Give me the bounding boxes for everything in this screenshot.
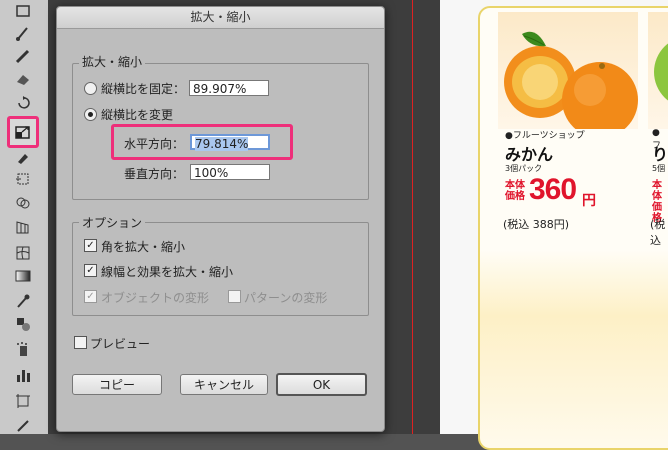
eraser-icon[interactable] bbox=[10, 68, 36, 90]
scale-strokes-label: 線幅と効果を拡大・縮小 bbox=[101, 265, 234, 279]
uniform-radio[interactable] bbox=[84, 82, 97, 95]
transform-objects-checkbox: ✓ bbox=[84, 290, 97, 303]
price-label-2-line1: 本体 bbox=[652, 180, 662, 202]
rectangle-icon[interactable] bbox=[10, 0, 36, 22]
rotate-icon[interactable] bbox=[10, 92, 36, 114]
cancel-button[interactable]: キャンセル bbox=[180, 374, 268, 395]
blend-icon[interactable] bbox=[10, 313, 36, 335]
product-photo-2 bbox=[648, 12, 668, 129]
gradient-icon[interactable] bbox=[10, 265, 36, 287]
scale-strokes-checkbox[interactable]: ✓ bbox=[84, 264, 97, 277]
tools-panel bbox=[0, 0, 48, 434]
ok-button[interactable]: OK bbox=[276, 373, 367, 396]
options-group-legend: オプション bbox=[79, 214, 146, 231]
shop-label: ●フルーツショップ bbox=[505, 131, 585, 141]
scale-corners-checkbox[interactable]: ✓ bbox=[84, 239, 97, 252]
paintbrush-icon[interactable] bbox=[10, 22, 36, 44]
product-name: みかん bbox=[505, 145, 554, 164]
price-label-line1: 本体 bbox=[505, 180, 525, 191]
artboard-icon[interactable] bbox=[10, 390, 36, 412]
preview-label: プレビュー bbox=[90, 337, 151, 351]
nonuniform-label: 縦横比を変更 bbox=[101, 108, 174, 122]
price-label-line2: 価格 bbox=[505, 191, 525, 202]
perspective-grid-icon[interactable] bbox=[10, 216, 36, 238]
transform-objects-label: オブジェクトの変形 bbox=[101, 291, 210, 305]
copy-button[interactable]: コピー bbox=[72, 374, 162, 395]
horizontal-value: 79.814% bbox=[195, 137, 249, 151]
yen-label: 円 bbox=[582, 193, 596, 209]
nonuniform-radio[interactable] bbox=[84, 108, 97, 121]
horizontal-label: 水平方向： bbox=[124, 137, 185, 151]
slice-icon[interactable] bbox=[10, 414, 36, 436]
scale-icon[interactable] bbox=[7, 116, 39, 148]
transform-patterns-checkbox bbox=[228, 290, 241, 303]
product-photo bbox=[498, 12, 638, 138]
uniform-label: 縦横比を固定： bbox=[101, 82, 186, 96]
uniform-input[interactable]: 89.907% bbox=[189, 80, 269, 96]
pack-size-2: 5個 bbox=[652, 164, 666, 173]
pencil-icon[interactable] bbox=[10, 45, 36, 67]
price-label: 本体 価格 bbox=[505, 180, 525, 202]
scale-group-legend: 拡大・縮小 bbox=[79, 53, 146, 70]
free-transform-icon[interactable] bbox=[10, 168, 36, 190]
symbol-sprayer-icon[interactable] bbox=[10, 338, 36, 360]
preview-checkbox[interactable] bbox=[74, 336, 87, 349]
price-value: 360 bbox=[529, 173, 577, 206]
vertical-input[interactable]: 100% bbox=[190, 164, 270, 180]
artboard-edge bbox=[412, 0, 413, 434]
product-name-2: り bbox=[652, 145, 668, 164]
horizontal-input[interactable]: 79.814% bbox=[190, 134, 270, 151]
scale-dialog: 拡大・縮小 拡大・縮小 縦横比を固定： 89.907% 縦横比を変更 水平方向：… bbox=[56, 6, 385, 432]
tax-price-2: (税込 bbox=[650, 218, 666, 247]
dialog-title[interactable]: 拡大・縮小 bbox=[57, 7, 384, 29]
eyedropper-icon[interactable] bbox=[10, 290, 36, 312]
warp-icon[interactable] bbox=[10, 146, 36, 168]
scale-corners-label: 角を拡大・縮小 bbox=[101, 240, 186, 254]
vertical-label: 垂直方向： bbox=[124, 167, 185, 181]
shape-builder-icon[interactable] bbox=[10, 192, 36, 214]
transform-patterns-label: パターンの変形 bbox=[244, 291, 328, 305]
orange-image bbox=[504, 31, 638, 138]
tax-price: (税込 388円) bbox=[503, 218, 570, 231]
column-graph-icon[interactable] bbox=[10, 364, 36, 386]
mesh-icon[interactable] bbox=[10, 242, 36, 264]
